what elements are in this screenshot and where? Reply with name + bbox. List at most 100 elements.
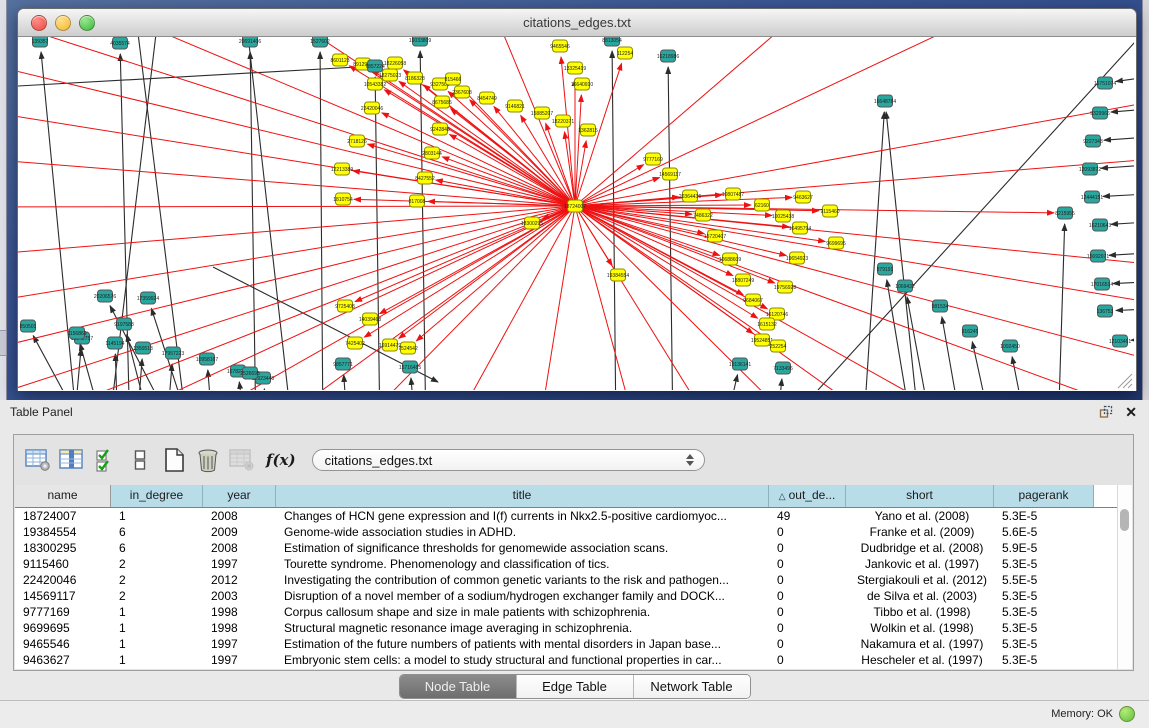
window-resize-grip[interactable]: [1118, 374, 1132, 388]
cell-pagerank[interactable]: 5.6E-5: [994, 524, 1094, 540]
graph-edge[interactable]: [411, 378, 416, 390]
tab-edge-table[interactable]: Edge Table: [516, 675, 633, 698]
cell-pagerank[interactable]: 5.3E-5: [994, 636, 1094, 652]
graph-node[interactable]: 14569117: [659, 168, 681, 180]
cell-short[interactable]: Tibbo et al. (1998): [846, 604, 994, 620]
graph-edge[interactable]: [382, 113, 575, 206]
cell-year[interactable]: 2008: [203, 508, 276, 524]
graph-node[interactable]: 8215955: [1055, 207, 1075, 219]
graph-edge[interactable]: [239, 382, 246, 390]
select-column-button[interactable]: [56, 443, 88, 477]
cell-name[interactable]: 18300295: [15, 540, 111, 556]
column-header-name[interactable]: name: [15, 485, 111, 507]
cell-title[interactable]: Tourette syndrome. Phenomenology and cla…: [276, 556, 769, 572]
column-header-out_degree[interactable]: △out_de...: [769, 485, 846, 507]
close-panel-icon[interactable]: ✕: [1125, 404, 1137, 420]
cell-short[interactable]: Nakamura et al. (1997): [846, 636, 994, 652]
graph-node[interactable]: 19136141: [729, 358, 751, 370]
cell-short[interactable]: de Silva et al. (2003): [846, 588, 994, 604]
graph-edge[interactable]: [1101, 165, 1134, 168]
table-row[interactable]: 1938455462009Genome-wide association stu…: [15, 524, 1132, 540]
cell-pagerank[interactable]: 5.3E-5: [994, 604, 1094, 620]
graph-node[interactable]: 4035574: [110, 37, 130, 49]
graph-edge[interactable]: [575, 37, 818, 206]
graph-node[interactable]: 12444151: [1081, 191, 1103, 203]
graph-edge[interactable]: [1012, 357, 1028, 390]
graph-node[interactable]: 18300295: [521, 217, 543, 229]
graph-edge[interactable]: [1116, 77, 1134, 81]
column-header-title[interactable]: title: [276, 485, 769, 507]
cell-out_degree[interactable]: 0: [769, 620, 846, 636]
graph-node[interactable]: 18226058: [384, 57, 406, 69]
graph-node[interactable]: 916245: [962, 325, 979, 337]
graph-edge[interactable]: [907, 297, 933, 390]
cell-year[interactable]: 1997: [203, 652, 276, 668]
graph-node[interactable]: 136753: [1097, 305, 1114, 317]
graph-node[interactable]: 16648784: [874, 95, 896, 107]
float-panel-icon[interactable]: [1099, 405, 1113, 419]
graph-node[interactable]: 1527602: [310, 37, 330, 47]
cell-pagerank[interactable]: 5.3E-5: [994, 652, 1094, 668]
graph-edge[interactable]: [1109, 253, 1134, 255]
cell-title[interactable]: Investigating the contribution of common…: [276, 572, 769, 588]
cell-in_degree[interactable]: 1: [111, 636, 203, 652]
graph-node[interactable]: 9115460: [820, 205, 839, 217]
graph-node[interactable]: 22420046: [361, 102, 383, 114]
cell-out_degree[interactable]: 0: [769, 588, 846, 604]
cell-year[interactable]: 1998: [203, 620, 276, 636]
graph-node[interactable]: 12093872: [1079, 163, 1101, 175]
graph-node[interactable]: 8675685: [432, 96, 452, 108]
cell-title[interactable]: Embryonic stem cells: a model to study s…: [276, 652, 769, 668]
cell-name[interactable]: 19384554: [15, 524, 111, 540]
graph-edge[interactable]: [886, 112, 920, 390]
graph-node[interactable]: 16210643: [1089, 219, 1111, 231]
cell-short[interactable]: Franke et al. (2009): [846, 524, 994, 540]
graph-node[interactable]: 2526695: [240, 367, 260, 379]
graph-node[interactable]: 2718126: [347, 135, 367, 147]
scrollbar-thumb[interactable]: [1120, 509, 1129, 531]
memory-status-indicator[interactable]: [1119, 706, 1135, 722]
table-row[interactable]: 946554611997Estimation of the future num…: [15, 636, 1132, 652]
graph-node[interactable]: 9465546: [550, 40, 570, 52]
graph-node[interactable]: 9857771: [333, 358, 353, 370]
graph-node[interactable]: 252254: [770, 340, 787, 352]
table-vertical-scrollbar[interactable]: [1117, 485, 1132, 669]
delete-table-button[interactable]: [226, 443, 258, 477]
graph-node[interactable]: 10025438: [772, 210, 794, 222]
graph-edge[interactable]: [561, 57, 575, 206]
graph-node[interactable]: 15751074: [1094, 77, 1116, 89]
graph-edge[interactable]: [1131, 339, 1134, 340]
graph-edge[interactable]: [575, 206, 638, 390]
graph-node[interactable]: 7133496: [773, 362, 793, 374]
graph-edge[interactable]: [575, 206, 775, 283]
cell-title[interactable]: Corpus callosum shape and size in male p…: [276, 604, 769, 620]
table-row[interactable]: 977716911998Corpus callosum shape and si…: [15, 604, 1132, 620]
graph-node[interactable]: 9227343: [1083, 135, 1103, 147]
cell-name[interactable]: 22420046: [15, 572, 111, 588]
graph-node[interactable]: 19756928: [774, 281, 796, 293]
cell-pagerank[interactable]: 5.3E-5: [994, 588, 1094, 604]
graph-node[interactable]: 7425402: [345, 337, 365, 349]
graph-edge[interactable]: [264, 389, 270, 390]
graph-node[interactable]: 12213389: [331, 163, 353, 175]
graph-node[interactable]: 112254: [617, 47, 634, 59]
cell-out_degree[interactable]: 0: [769, 604, 846, 620]
graph-edge[interactable]: [575, 37, 1018, 206]
graph-node[interactable]: 19384554: [607, 269, 629, 281]
cell-pagerank[interactable]: 5.3E-5: [994, 556, 1094, 572]
graph-node[interactable]: 8454749: [477, 92, 497, 104]
graph-node[interactable]: 8427552: [415, 172, 435, 184]
cell-in_degree[interactable]: 6: [111, 540, 203, 556]
table-row[interactable]: 1872400712008Changes of HCN gene express…: [15, 508, 1132, 524]
delete-rows-button[interactable]: [192, 443, 224, 477]
close-window-button[interactable]: [31, 15, 47, 31]
cell-in_degree[interactable]: 2: [111, 556, 203, 572]
graph-edge[interactable]: [1111, 109, 1134, 112]
graph-edge[interactable]: [344, 375, 348, 390]
graph-node[interactable]: 1145194: [105, 337, 124, 349]
cell-title[interactable]: Structural magnetic resonance image aver…: [276, 620, 769, 636]
column-header-in_degree[interactable]: in_degree: [111, 485, 203, 507]
cell-name[interactable]: 9777169: [15, 604, 111, 620]
unselect-rows-button[interactable]: [124, 443, 156, 477]
cell-in_degree[interactable]: 1: [111, 604, 203, 620]
